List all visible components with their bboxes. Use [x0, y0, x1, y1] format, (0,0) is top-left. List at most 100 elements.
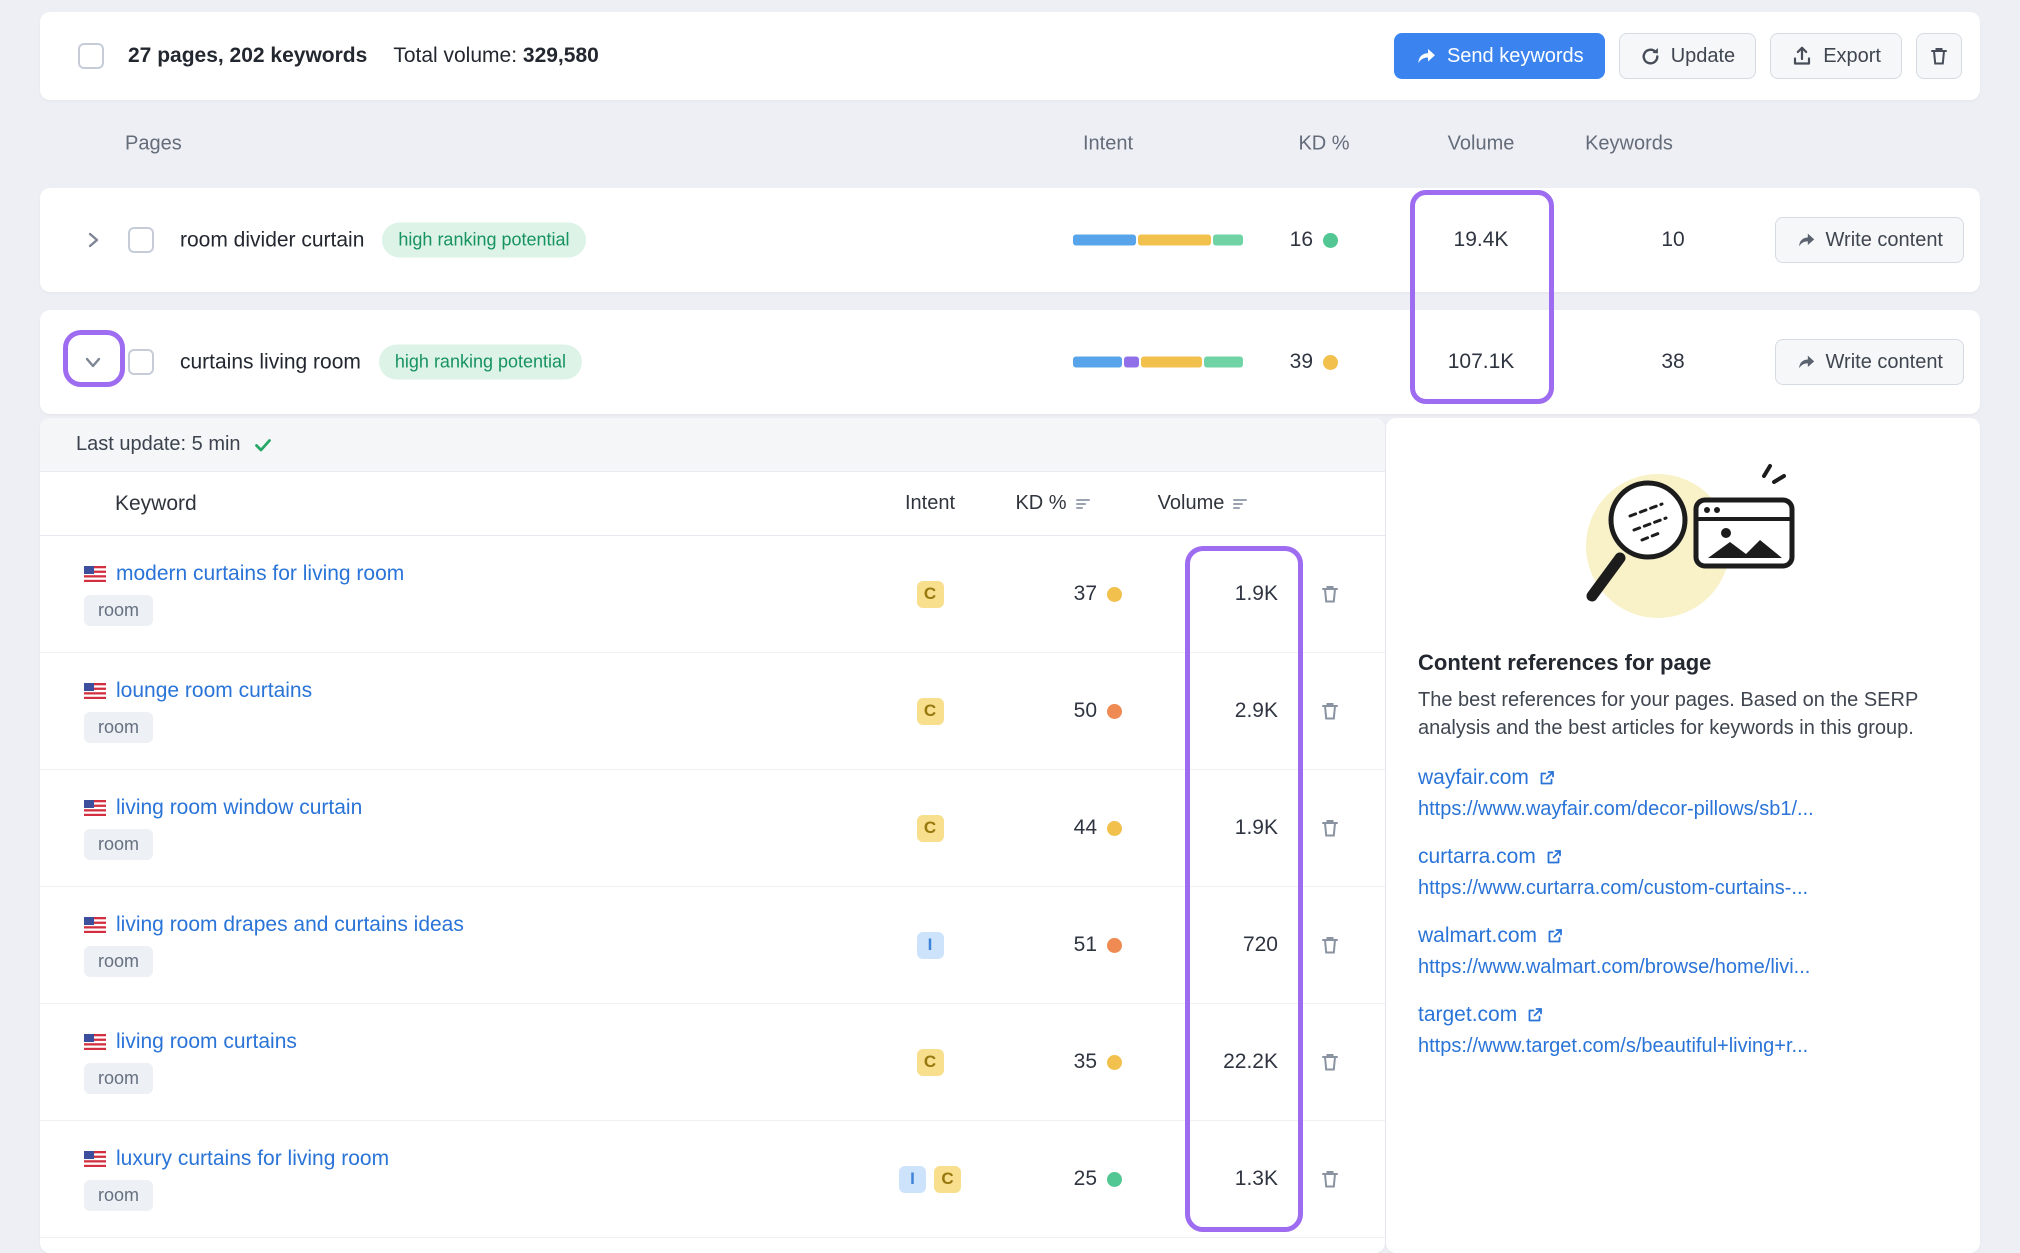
total-volume-label: Total volume:	[393, 44, 517, 67]
send-keywords-button[interactable]: Send keywords	[1394, 33, 1605, 79]
last-update-text: Last update: 5 min	[76, 433, 241, 456]
pages-table-header: Pages Intent KD % Volume Keywords	[40, 100, 1980, 188]
keyword-link[interactable]: living room curtains	[116, 1030, 297, 1054]
kd-dot	[1107, 704, 1122, 719]
intent-badge-commercial: C	[917, 1049, 944, 1076]
external-link-icon	[1545, 848, 1563, 866]
trash-icon	[1928, 45, 1950, 67]
column-kd: KD %	[1298, 133, 1349, 156]
reference-domain-link[interactable]: walmart.com	[1418, 924, 1537, 948]
kd-value: 16	[1290, 228, 1313, 252]
select-all-checkbox[interactable]	[78, 43, 104, 69]
us-flag-icon	[84, 800, 106, 816]
intent-badge-informational: I	[899, 1166, 926, 1193]
column-kd[interactable]: KD %	[980, 492, 1126, 515]
us-flag-icon	[84, 917, 106, 933]
reference-url-link[interactable]: https://www.target.com/s/beautiful+livin…	[1418, 1035, 1948, 1058]
delete-keyword-button[interactable]	[1313, 1045, 1347, 1079]
volume-value: 1.9K	[1126, 582, 1280, 606]
volume-value: 107.1K	[1401, 350, 1561, 374]
kd-dot	[1323, 355, 1338, 370]
check-icon	[253, 435, 273, 455]
pages-summary: 27 pages, 202 keywords	[128, 44, 367, 68]
references-description: The best references for your pages. Base…	[1418, 686, 1948, 742]
keyword-tag: room	[84, 595, 153, 626]
keyword-tag: room	[84, 1063, 153, 1094]
reference-item: curtarra.com https://www.curtarra.com/cu…	[1418, 845, 1948, 900]
keyword-link[interactable]: lounge room curtains	[116, 679, 312, 703]
delete-keyword-button[interactable]	[1313, 811, 1347, 845]
kd-dot	[1107, 1055, 1122, 1070]
volume-value: 1.9K	[1126, 816, 1280, 840]
kd-value: 39	[1290, 350, 1313, 374]
delete-keyword-button[interactable]	[1313, 928, 1347, 962]
reference-domain-link[interactable]: target.com	[1418, 1003, 1517, 1027]
keyword-link[interactable]: living room window curtain	[116, 796, 362, 820]
keyword-manager-page: 27 pages, 202 keywords Total volume: 329…	[0, 0, 2020, 1253]
kd-cell: 51	[980, 933, 1126, 957]
column-keyword: Keyword	[84, 492, 880, 516]
total-volume-value: 329,580	[523, 44, 599, 67]
keyword-link[interactable]: modern curtains for living room	[116, 562, 404, 586]
keyword-link[interactable]: luxury curtains for living room	[116, 1147, 389, 1171]
delete-keyword-button[interactable]	[1313, 1162, 1347, 1196]
kd-dot	[1107, 1172, 1122, 1187]
export-label: Export	[1823, 45, 1881, 68]
send-icon	[1415, 45, 1437, 67]
page-name[interactable]: curtains living room	[180, 350, 361, 374]
keyword-tag: room	[84, 946, 153, 977]
keyword-tag: room	[84, 712, 153, 743]
update-button[interactable]: Update	[1619, 33, 1757, 79]
reference-url-link[interactable]: https://www.walmart.com/browse/home/livi…	[1418, 956, 1948, 979]
keyword-row: living room curtains room C 35 22.2K	[40, 1004, 1385, 1121]
write-content-button[interactable]: Write content	[1775, 217, 1964, 263]
send-keywords-label: Send keywords	[1447, 45, 1584, 68]
external-link-icon	[1538, 769, 1556, 787]
toolbar-actions: Send keywords Update Export	[1394, 33, 1980, 79]
reference-domain-link[interactable]: curtarra.com	[1418, 845, 1536, 869]
keyword-row: luxury curtains for living room room I C…	[40, 1121, 1385, 1238]
expand-chevron-right-icon[interactable]	[80, 227, 106, 253]
keywords-count: 10	[1613, 228, 1733, 252]
column-volume: Volume	[1448, 133, 1515, 156]
intent-badge-commercial: C	[917, 698, 944, 725]
keyword-link[interactable]: living room drapes and curtains ideas	[116, 913, 464, 937]
page-name[interactable]: room divider curtain	[180, 228, 364, 252]
page-row-room-divider-curtain: room divider curtain high ranking potent…	[40, 188, 1980, 292]
page-name-group: curtains living room high ranking potent…	[180, 345, 582, 380]
keywords-count: 38	[1613, 350, 1733, 374]
reference-url-link[interactable]: https://www.curtarra.com/custom-curtains…	[1418, 877, 1948, 900]
content-references-panel: Content references for page The best ref…	[1386, 418, 1980, 1253]
delete-keyword-button[interactable]	[1313, 694, 1347, 728]
keyword-row: modern curtains for living room room C 3…	[40, 536, 1385, 653]
reference-url-link[interactable]: https://www.wayfair.com/decor-pillows/sb…	[1418, 798, 1948, 821]
intent-badge-commercial: C	[917, 815, 944, 842]
column-keywords: Keywords	[1585, 133, 1673, 156]
page-row-checkbox[interactable]	[128, 227, 154, 253]
us-flag-icon	[84, 1034, 106, 1050]
export-button[interactable]: Export	[1770, 33, 1902, 79]
keywords-table-header: Keyword Intent KD % Volume	[40, 472, 1385, 536]
us-flag-icon	[84, 683, 106, 699]
write-content-label: Write content	[1826, 229, 1943, 252]
kd-dot	[1323, 233, 1338, 248]
reference-domain-link[interactable]: wayfair.com	[1418, 766, 1529, 790]
write-content-button[interactable]: Write content	[1775, 339, 1964, 385]
page-row-checkbox[interactable]	[128, 349, 154, 375]
delete-keyword-button[interactable]	[1313, 577, 1347, 611]
volume-value: 2.9K	[1126, 699, 1280, 723]
volume-value: 22.2K	[1126, 1050, 1280, 1074]
us-flag-icon	[84, 566, 106, 582]
collapse-chevron-down-icon[interactable]	[80, 349, 106, 375]
write-content-arrow-icon	[1796, 352, 1816, 372]
keyword-tag: room	[84, 829, 153, 860]
update-label: Update	[1671, 45, 1736, 68]
volume-value: 19.4K	[1401, 228, 1561, 252]
kd-cell: 44	[980, 816, 1126, 840]
delete-pages-button[interactable]	[1916, 33, 1962, 79]
column-volume[interactable]: Volume	[1126, 492, 1280, 515]
content-references-illustration	[1418, 446, 1948, 636]
reference-item: target.com https://www.target.com/s/beau…	[1418, 1003, 1948, 1058]
kd-cell: 25	[980, 1167, 1126, 1191]
keyword-row: living room drapes and curtains ideas ro…	[40, 887, 1385, 1004]
